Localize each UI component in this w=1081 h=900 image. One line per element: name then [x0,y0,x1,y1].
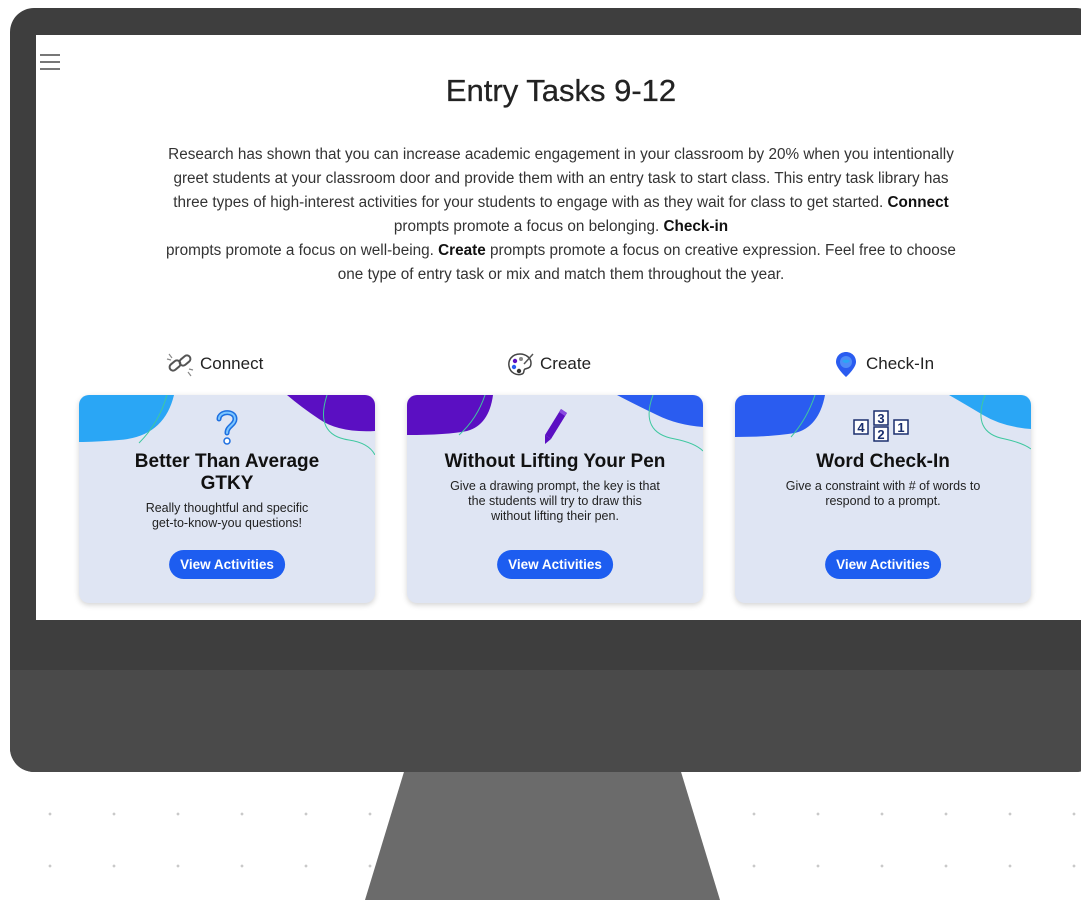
connect-keyword: Connect [887,194,949,211]
intro-paragraph: Research has shown that you can increase… [166,146,956,283]
category-label: Create [540,354,592,373]
number-block: 4 [857,420,865,435]
number-block: 2 [877,427,884,442]
screen: Entry Tasks 9-12 Research has shown that… [36,35,1081,620]
page-title: Entry Tasks 9-12 [445,73,677,108]
number-block: 3 [877,411,884,426]
pen-icon [407,407,703,444]
category-label: Connect [200,354,264,373]
monitor-stand [365,760,720,900]
monitor-chin [10,670,1081,772]
view-activities-button[interactable]: View Activities [825,550,941,579]
card-description: Really thoughtful and specific get-to-kno… [145,501,309,530]
category-connect: Connect [166,349,263,379]
card-description: Give a drawing prompt, the key is that th… [450,479,660,523]
question-mark-icon [79,407,375,445]
view-activities-button[interactable]: View Activities [169,550,285,579]
number-blocks-icon: 4 3 2 1 [735,409,1031,445]
activity-card-word-check-in: 4 3 2 1 Word Check-In Give a constraint … [735,395,1031,603]
number-block: 1 [897,420,904,435]
activity-card-without-lifting-pen: Without Lifting Your Pen Give a drawing … [407,395,703,603]
palette-icon [506,350,534,378]
card-title: Better Than Average GTKY [134,451,320,494]
card-title: Without Lifting Your Pen [444,451,666,472]
card-title: Word Check-In [816,451,950,472]
activity-card-gtky: Better Than Average GTKY Really thoughtfu… [79,395,375,603]
create-keyword: Create [438,242,486,259]
category-label: Check-In [866,354,935,373]
category-check-in: Check-In [832,349,934,379]
hamburger-menu-icon[interactable] [40,54,60,70]
link-icon [166,350,194,378]
monitor-frame: Entry Tasks 9-12 Research has shown that… [10,8,1081,772]
card-description: Give a constraint with # of words to resp… [785,479,981,508]
category-create: Create [506,349,591,379]
map-pin-icon [832,350,860,378]
checkin-keyword: Check-in [663,218,729,235]
view-activities-button[interactable]: View Activities [497,550,613,579]
